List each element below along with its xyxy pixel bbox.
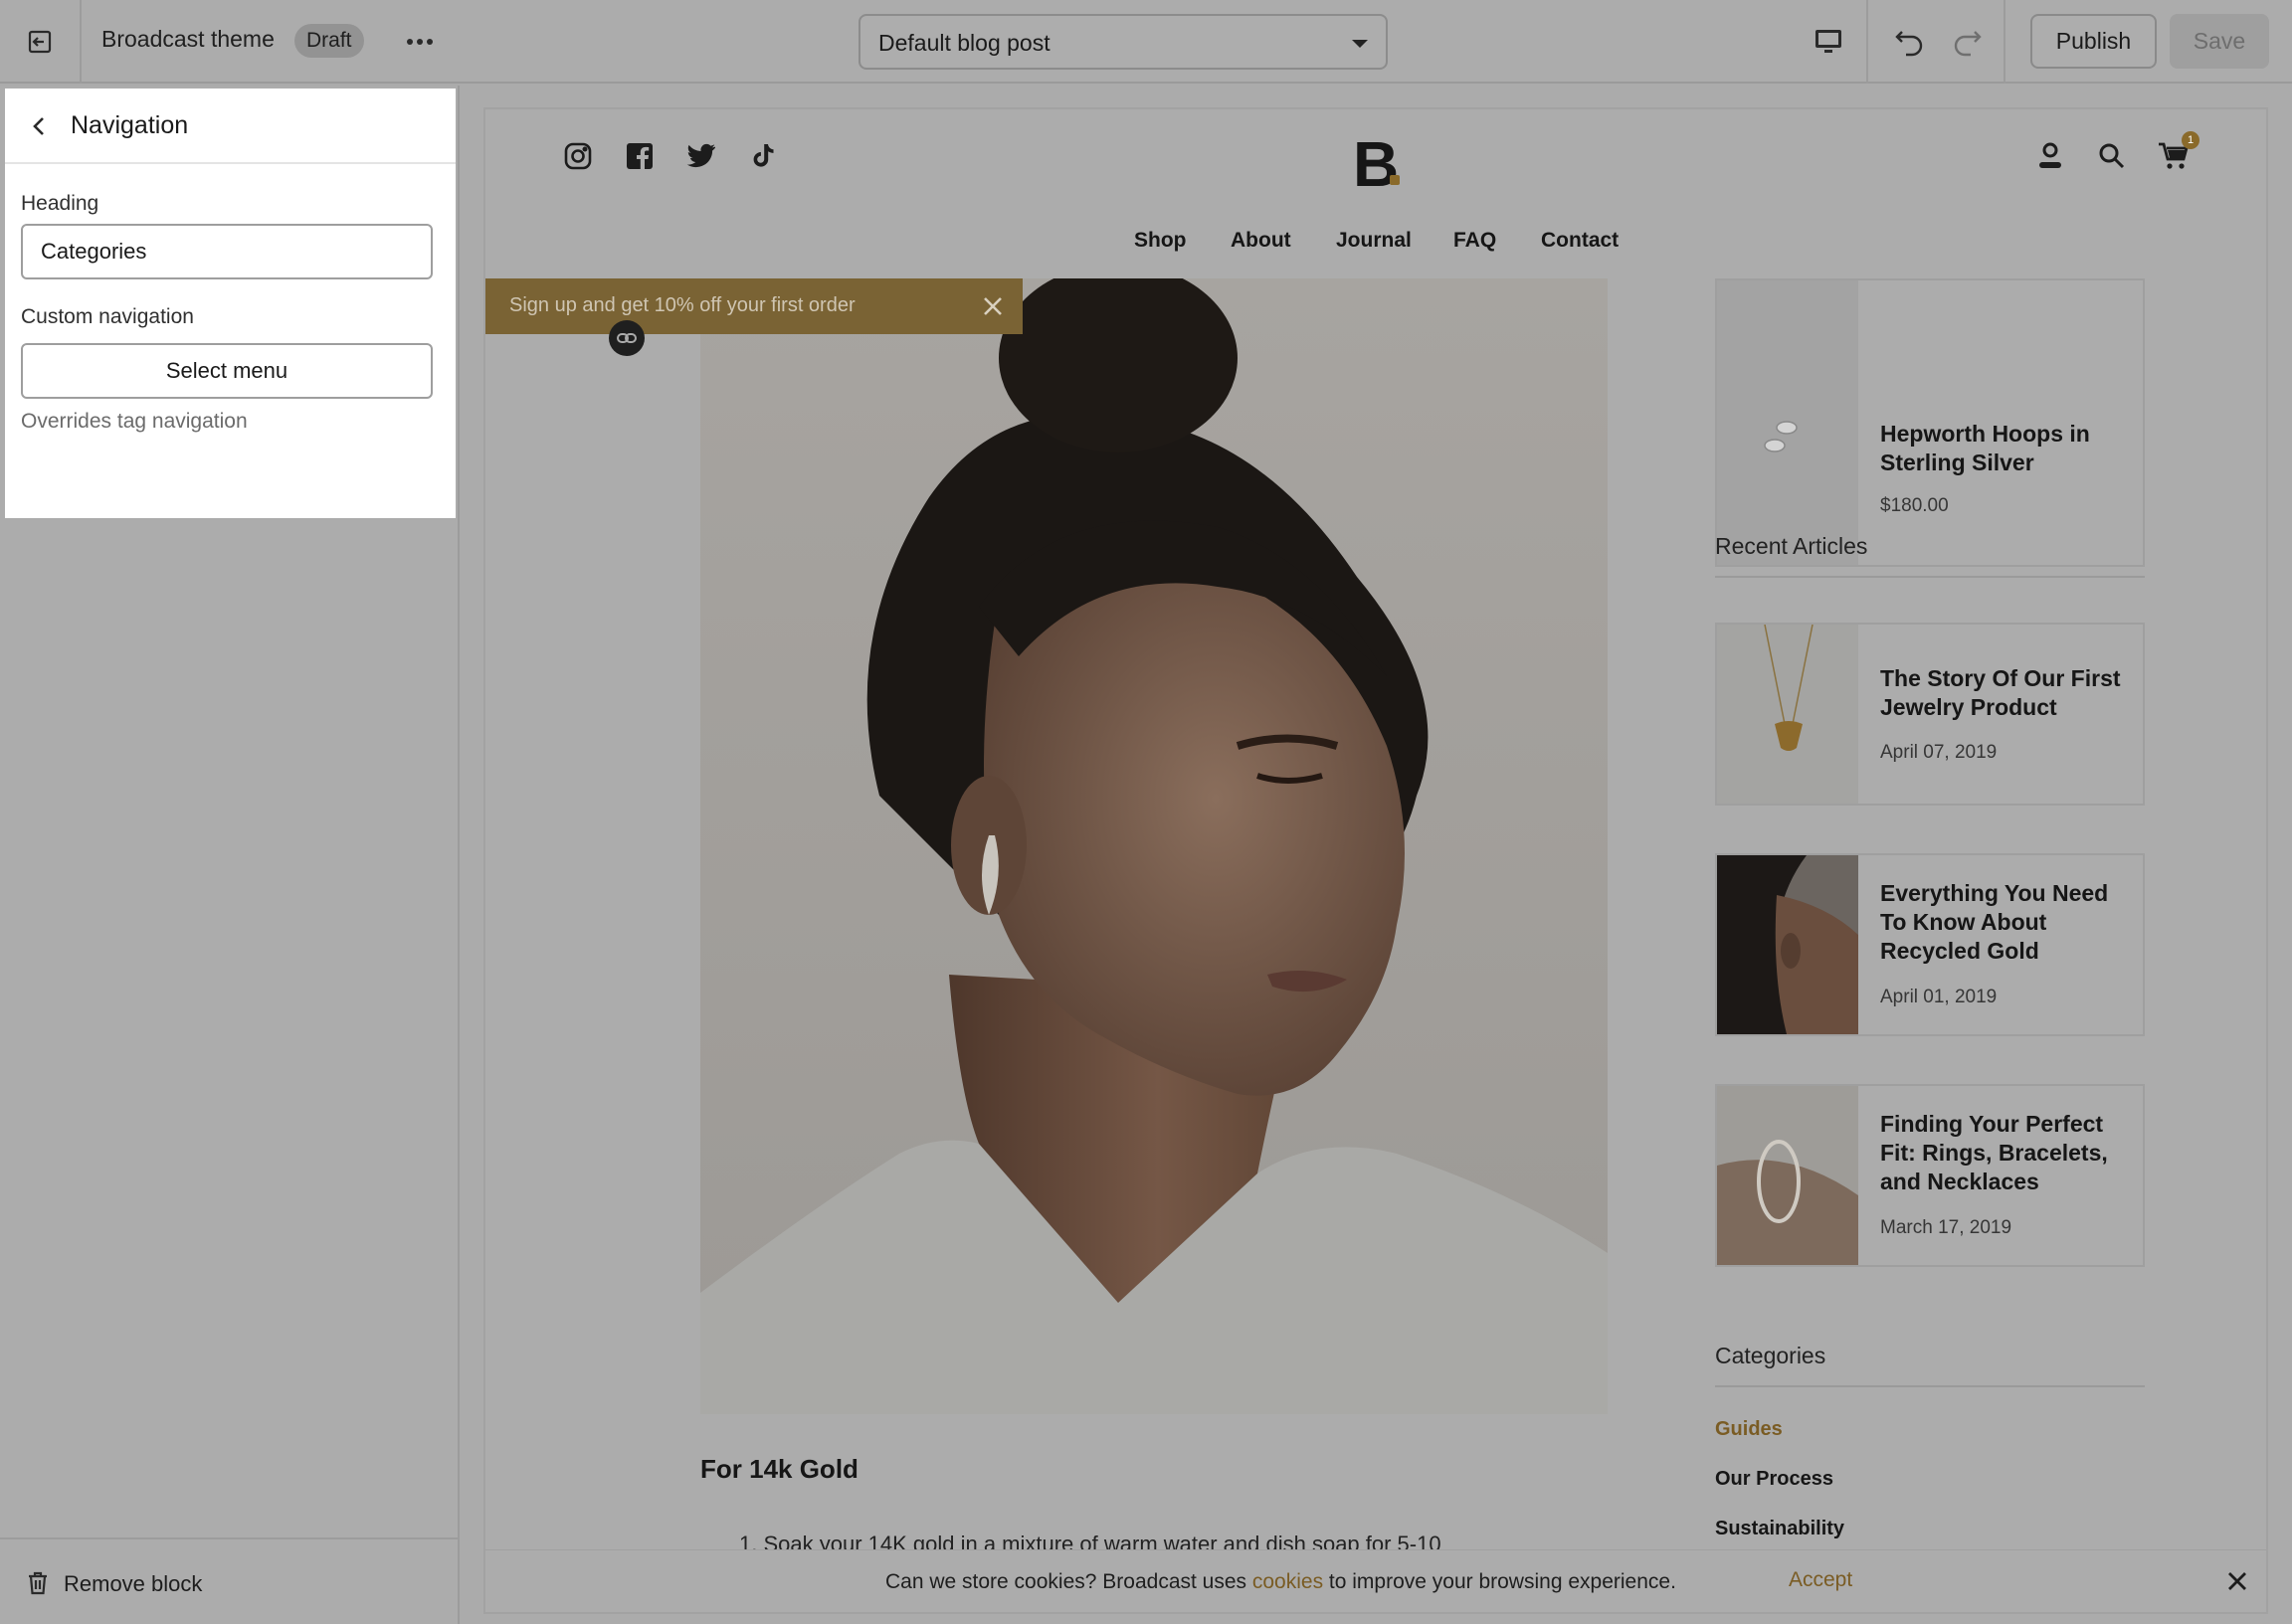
logo-dot xyxy=(1390,175,1400,185)
facebook-icon[interactable] xyxy=(623,139,657,173)
close-icon[interactable] xyxy=(979,292,1007,320)
redo-button[interactable] xyxy=(1947,22,1987,62)
status-badge: Draft xyxy=(294,24,364,58)
product-card[interactable]: Hepworth Hoops in Sterling Silver $180.0… xyxy=(1715,278,2145,567)
article-card[interactable]: Finding Your Perfect Fit: Rings, Bracele… xyxy=(1715,1084,2145,1267)
panel-title: Navigation xyxy=(71,111,189,139)
article-title: Finding Your Perfect Fit: Rings, Bracele… xyxy=(1880,1111,2108,1194)
template-select-value: Default blog post xyxy=(878,30,1050,56)
divider xyxy=(1866,0,1868,84)
storefront-preview: B 1 Shop About Journal FAQ Contact Sign … xyxy=(483,107,2268,1614)
cookie-text-before: Can we store cookies? Broadcast uses xyxy=(885,1570,1252,1593)
remove-block-button[interactable]: Remove block xyxy=(0,1537,458,1624)
cookie-text-after: to improve your browsing experience. xyxy=(1323,1570,1676,1593)
article-date: March 17, 2019 xyxy=(1880,1217,2012,1238)
settings-sidebar: Navigation Heading Custom navigation Sel… xyxy=(0,86,460,1624)
product-image xyxy=(1717,280,1858,565)
cookie-banner: Can we store cookies? Broadcast uses coo… xyxy=(485,1549,2266,1611)
template-select[interactable]: Default blog post xyxy=(859,14,1388,70)
device-toggle-button[interactable] xyxy=(1809,22,1848,62)
cookie-message: Can we store cookies? Broadcast uses coo… xyxy=(885,1570,1676,1594)
article-subheading: For 14k Gold xyxy=(700,1454,859,1484)
trash-icon xyxy=(24,1569,52,1597)
more-icon xyxy=(407,39,433,45)
back-button[interactable] xyxy=(23,110,55,142)
article-card[interactable]: The Story Of Our First Jewelry Product A… xyxy=(1715,623,2145,806)
article-thumbnail xyxy=(1717,625,1858,804)
account-icon[interactable] xyxy=(2033,139,2067,173)
article-date: April 01, 2019 xyxy=(1880,987,1998,1007)
store-logo[interactable]: B xyxy=(1353,127,1399,201)
nav-link-contact[interactable]: Contact xyxy=(1541,229,1619,253)
search-icon[interactable] xyxy=(2095,139,2129,173)
announcement-bar: Sign up and get 10% off your first order xyxy=(485,278,1023,334)
publish-button[interactable]: Publish xyxy=(2030,14,2157,69)
nav-link-shop[interactable]: Shop xyxy=(1134,229,1187,253)
heading-label: Heading xyxy=(21,192,99,215)
undo-button[interactable] xyxy=(1890,22,1930,62)
tiktok-icon[interactable] xyxy=(746,139,780,173)
nav-link-journal[interactable]: Journal xyxy=(1336,229,1412,253)
undo-icon xyxy=(1895,31,1923,57)
article-thumbnail xyxy=(1717,1086,1858,1265)
categories-heading: Categories xyxy=(1715,1343,2145,1387)
twitter-icon[interactable] xyxy=(684,139,718,173)
heading-input[interactable] xyxy=(21,224,433,279)
save-button[interactable]: Save xyxy=(2170,14,2269,69)
close-icon[interactable] xyxy=(2222,1566,2252,1596)
product-price: $180.00 xyxy=(1880,495,1949,516)
article-date: April 07, 2019 xyxy=(1880,742,1998,763)
article-title: Everything You Need To Know About Recycl… xyxy=(1880,880,2109,964)
article-thumbnail xyxy=(1717,855,1858,1034)
cookie-policy-link[interactable]: cookies xyxy=(1252,1570,1323,1593)
cart-count-badge: 1 xyxy=(2182,131,2199,149)
category-link-our-process[interactable]: Our Process xyxy=(1715,1468,1833,1491)
instagram-icon[interactable] xyxy=(561,139,595,173)
chevron-left-icon xyxy=(33,117,44,135)
announcement-text[interactable]: Sign up and get 10% off your first order xyxy=(509,294,856,317)
theme-name: Broadcast theme xyxy=(101,26,275,52)
category-link-guides[interactable]: Guides xyxy=(1715,1418,1783,1441)
cookie-accept-button[interactable]: Accept xyxy=(1789,1568,1852,1592)
custom-navigation-label: Custom navigation xyxy=(21,305,194,328)
product-title: Hepworth Hoops in Sterling Silver xyxy=(1880,421,2090,475)
nav-link-faq[interactable]: FAQ xyxy=(1453,229,1496,253)
help-text: Overrides tag navigation xyxy=(21,410,248,433)
panel-header: Navigation xyxy=(5,89,456,164)
article-title: The Story Of Our First Jewelry Product xyxy=(1880,665,2121,720)
editor-topbar: Broadcast theme Draft Default blog post … xyxy=(0,0,2292,84)
nav-link-about[interactable]: About xyxy=(1231,229,1291,253)
desktop-icon xyxy=(1815,30,1841,53)
block-settings-panel: Navigation Heading Custom navigation Sel… xyxy=(5,89,456,518)
remove-block-label: Remove block xyxy=(64,1571,203,1596)
article-hero-image xyxy=(700,278,1608,1414)
category-link-sustainability[interactable]: Sustainability xyxy=(1715,1518,1844,1540)
more-actions-button[interactable] xyxy=(400,22,440,62)
article-card[interactable]: Everything You Need To Know About Recycl… xyxy=(1715,853,2145,1036)
select-menu-button[interactable]: Select menu xyxy=(21,343,433,399)
link-icon[interactable] xyxy=(609,320,645,356)
exit-icon xyxy=(28,30,52,54)
divider xyxy=(2004,0,2006,84)
exit-button[interactable] xyxy=(0,0,82,84)
chevron-down-icon xyxy=(1352,40,1368,48)
redo-icon xyxy=(1954,31,1982,57)
recent-articles-heading: Recent Articles xyxy=(1715,533,2145,578)
